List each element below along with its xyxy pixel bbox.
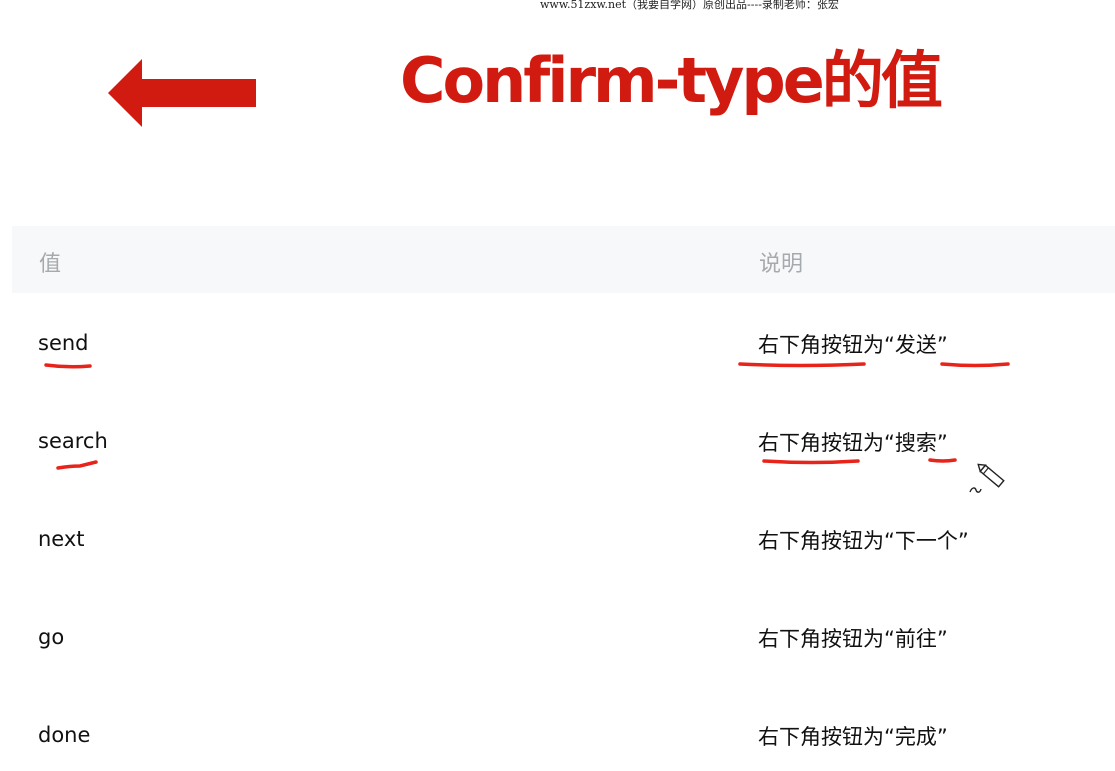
table-row: go 右下角按钮为“前往” (12, 587, 1115, 685)
row-description: 右下角按钮为“发送” (758, 333, 948, 357)
table-row: search 右下角按钮为“搜索” (12, 391, 1115, 489)
row-description: 右下角按钮为“下一个” (758, 529, 969, 553)
table-header: 值 说明 (12, 226, 1115, 293)
row-value: send (38, 331, 89, 355)
row-value: next (38, 527, 85, 551)
table-row: next 右下角按钮为“下一个” (12, 489, 1115, 587)
row-value: search (38, 429, 108, 453)
column-header-value: 值 (39, 252, 62, 277)
row-value: done (38, 723, 91, 747)
page-title: Confirm-type的值 (400, 44, 943, 117)
row-description: 右下角按钮为“前往” (758, 627, 948, 651)
column-header-description: 说明 (759, 252, 804, 277)
table-row: done 右下角按钮为“完成” (12, 685, 1115, 771)
table-row: send 右下角按钮为“发送” (12, 293, 1115, 391)
row-description: 右下角按钮为“完成” (758, 725, 948, 749)
pencil-cursor-icon (969, 463, 1005, 493)
row-value: go (38, 625, 65, 649)
slide: www.51zxw.net（我要自学网）原创出品----录制老师：张宏 Conf… (0, 0, 1115, 771)
confirm-type-table: 值 说明 send 右下角按钮为“发送” search 右下角按钮为“搜索” n… (12, 226, 1115, 771)
row-description: 右下角按钮为“搜索” (758, 431, 948, 455)
watermark-text: www.51zxw.net（我要自学网）原创出品----录制老师：张宏 (540, 0, 839, 11)
left-arrow-icon[interactable] (106, 55, 258, 131)
